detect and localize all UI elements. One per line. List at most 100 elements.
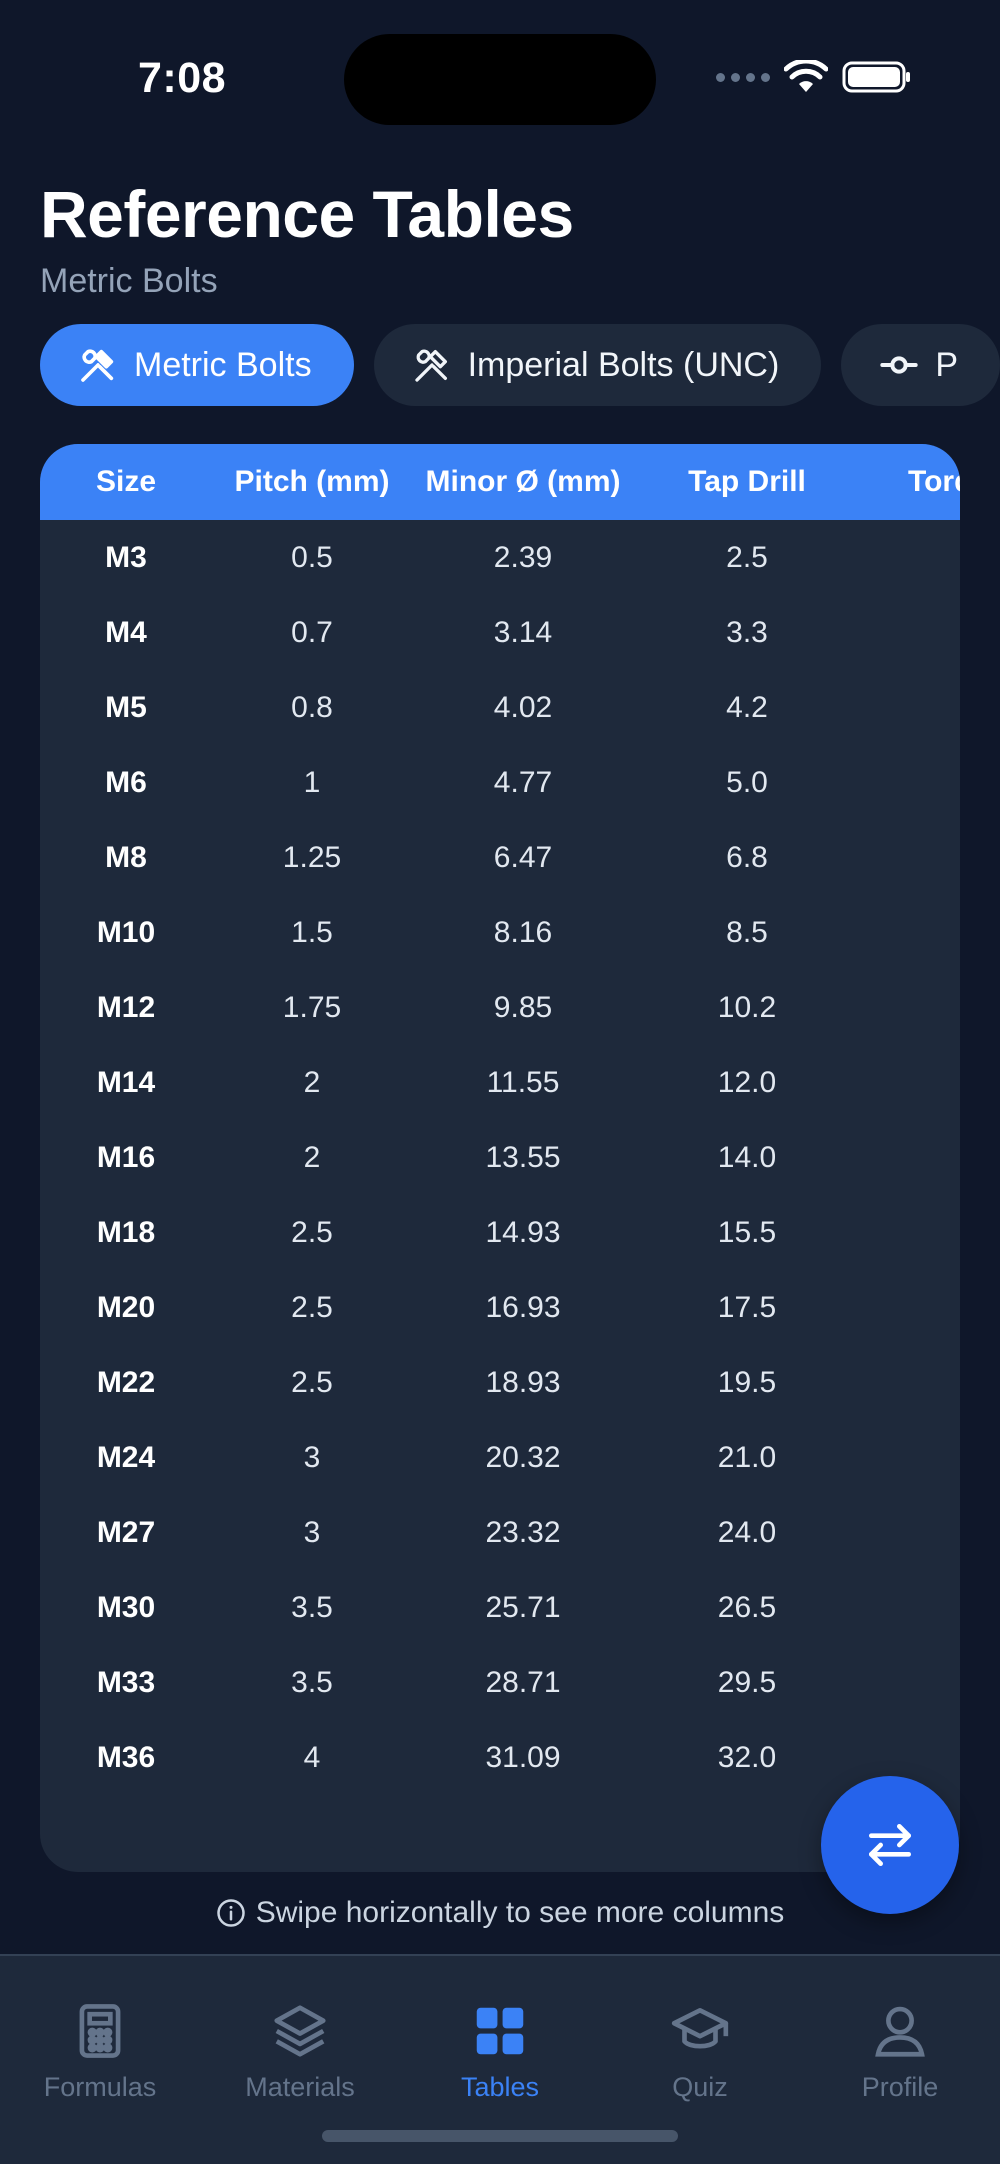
- status-time: 7:08: [138, 54, 227, 102]
- cell-torque: 2.: [860, 691, 960, 725]
- table-row: M36 4 31.09 32.0 100(: [40, 1720, 960, 1795]
- cell-torque: 575: [860, 1591, 960, 1625]
- cell-pitch: 1.5: [291, 915, 333, 949]
- cell-minor-diameter: 4.02: [493, 690, 553, 724]
- cell-tap-drill: 19.5: [717, 1365, 777, 1399]
- column-header-torque: Torq: [908, 465, 960, 498]
- table-row: M16 2 13.55 14.0 85: [40, 1120, 960, 1195]
- cell-minor-diameter: 20.32: [485, 1440, 561, 1474]
- chip-label: Imperial Bolts (UNC): [467, 345, 780, 384]
- cell-tap-drill: 32.0: [717, 1740, 777, 1774]
- cell-tap-drill: 14.0: [717, 1140, 777, 1174]
- cell-torque: 3: [860, 991, 960, 1025]
- tab-label: Quiz: [672, 2072, 728, 2102]
- tools-icon: [81, 349, 114, 382]
- table-row: M33 3.5 28.71 29.5 760: [40, 1645, 960, 1720]
- cell-minor-diameter: 4.77: [493, 765, 553, 799]
- cell-size: M24: [96, 1440, 156, 1474]
- table-row: M14 2 11.55 12.0 55: [40, 1045, 960, 1120]
- cell-tap-drill: 29.5: [717, 1665, 777, 1699]
- cell-size: M36: [96, 1740, 156, 1774]
- calculator-icon: [79, 2004, 121, 2058]
- table-row: M18 2.5 14.93 15.5 115: [40, 1195, 960, 1270]
- cell-size: M16: [96, 1140, 156, 1174]
- metric-bolts-table[interactable]: Size Pitch (mm) Minor Ø (mm) Tap Drill T…: [40, 444, 960, 1872]
- cell-torque: 1(: [860, 841, 960, 875]
- cell-torque: 29: [860, 1441, 960, 1475]
- home-indicator: [322, 2130, 678, 2142]
- cell-tap-drill: 15.5: [717, 1215, 777, 1249]
- chip-label: Metric Bolts: [134, 345, 312, 384]
- tab-label: Tables: [460, 2072, 540, 2102]
- swap-units-button[interactable]: [821, 1776, 959, 1914]
- tab-formulas[interactable]: Formulas: [0, 1956, 200, 2164]
- cell-torque: 760: [860, 1666, 960, 1700]
- cell-pitch: 2.5: [291, 1290, 333, 1324]
- cell-size: M10: [96, 915, 156, 949]
- cell-pitch: 2: [303, 1140, 321, 1174]
- cell-pitch: 2: [303, 1065, 321, 1099]
- cell-torque: 0.: [860, 541, 960, 575]
- cell-size: M8: [105, 840, 147, 874]
- cell-pitch: 1.75: [282, 990, 342, 1024]
- cell-minor-diameter: 28.71: [485, 1665, 561, 1699]
- cell-tap-drill: 8.5: [726, 915, 768, 949]
- cell-minor-diameter: 6.47: [493, 840, 553, 874]
- cell-size: M12: [96, 990, 156, 1024]
- tab-label: Materials: [245, 2072, 355, 2102]
- cell-size: M14: [96, 1065, 156, 1099]
- cell-minor-diameter: 11.55: [486, 1065, 560, 1099]
- cell-torque: 85: [860, 1141, 960, 1175]
- wifi-icon: [784, 60, 828, 92]
- table-header-row: Size Pitch (mm) Minor Ø (mm) Tap Drill T…: [40, 444, 960, 520]
- cell-pitch: 2.5: [291, 1365, 333, 1399]
- layers-icon: [274, 2005, 326, 2057]
- cell-minor-diameter: 2.39: [493, 540, 553, 574]
- cell-size: M30: [96, 1590, 156, 1624]
- page-subtitle: Metric Bolts: [40, 262, 218, 300]
- table-row: M3 0.5 2.39 2.5 0.: [40, 520, 960, 595]
- cell-minor-diameter: 25.71: [485, 1590, 561, 1624]
- cell-torque: 115: [860, 1216, 960, 1250]
- table-row: M4 0.7 3.14 3.3 1.:: [40, 595, 960, 670]
- cell-torque: 2: [860, 916, 960, 950]
- table-body: M3 0.5 2.39 2.5 0. M4 0.7 3.14 3.3 1.: M5 0.8 4.02 4.…: [40, 520, 960, 1795]
- cell-minor-diameter: 31.09: [485, 1740, 561, 1774]
- cellular-signal-icon: [716, 72, 770, 82]
- cell-pitch: 1: [303, 765, 321, 799]
- cell-minor-diameter: 18.93: [485, 1365, 561, 1399]
- cell-size: M27: [96, 1515, 156, 1549]
- tab-profile[interactable]: Profile: [800, 1956, 1000, 2164]
- cell-tap-drill: 10.2: [717, 990, 777, 1024]
- battery-icon: [842, 61, 910, 93]
- dynamic-island: [344, 34, 656, 125]
- swap-arrows-icon: [869, 1824, 911, 1866]
- cell-pitch: 3.5: [291, 1665, 333, 1699]
- table-row: M20 2.5 16.93 17.5 170: [40, 1270, 960, 1345]
- cell-minor-diameter: 3.14: [493, 615, 553, 649]
- swipe-hint: Swipe horizontally to see more columns: [0, 1896, 1000, 1930]
- cell-pitch: 0.8: [291, 690, 333, 724]
- cell-torque: 55: [860, 1066, 960, 1100]
- column-header-pitch: Pitch (mm): [234, 465, 390, 498]
- table-row: M12 1.75 9.85 10.2 3: [40, 970, 960, 1045]
- pipe-icon: [880, 356, 918, 374]
- chip-metric-bolts[interactable]: Metric Bolts: [40, 324, 354, 406]
- cell-pitch: 2.5: [291, 1215, 333, 1249]
- cell-minor-diameter: 9.85: [493, 990, 553, 1024]
- cell-pitch: 3: [303, 1440, 321, 1474]
- info-icon: [216, 1899, 245, 1927]
- cell-pitch: 3: [303, 1515, 321, 1549]
- table-row: M8 1.25 6.47 6.8 1(: [40, 820, 960, 895]
- cell-size: M33: [96, 1665, 156, 1699]
- chip-label: P: [935, 345, 958, 384]
- cell-tap-drill: 17.5: [717, 1290, 777, 1324]
- table-row: M10 1.5 8.16 8.5 2: [40, 895, 960, 970]
- chip-imperial-bolts[interactable]: Imperial Bolts (UNC): [373, 324, 822, 406]
- chip-pipe[interactable]: P: [841, 324, 1000, 406]
- cell-tap-drill: 12.0: [717, 1065, 777, 1099]
- table-row: M6 1 4.77 5.0 4: [40, 745, 960, 820]
- cell-minor-diameter: 16.93: [485, 1290, 561, 1324]
- cell-size: M22: [96, 1365, 156, 1399]
- cell-torque: 4: [860, 766, 960, 800]
